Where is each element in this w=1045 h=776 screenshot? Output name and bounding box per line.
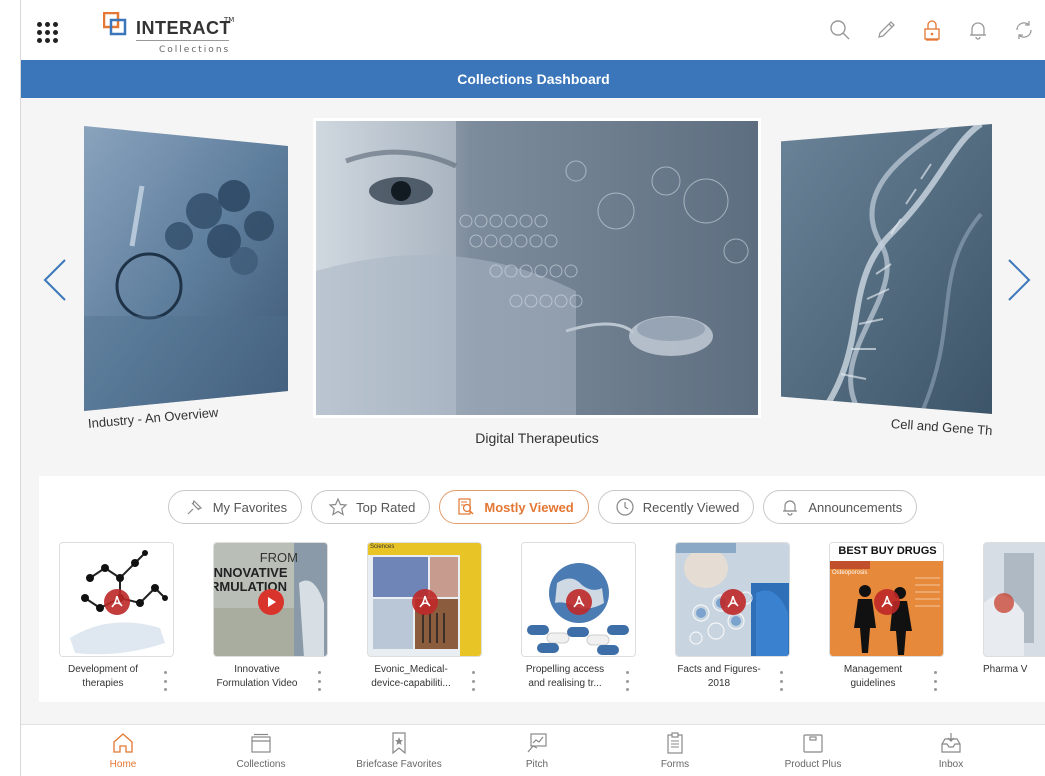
thumb-text: INNOVATIVE bbox=[213, 565, 288, 580]
home-icon bbox=[113, 733, 133, 753]
tab-label: Mostly Viewed bbox=[484, 499, 574, 515]
tile-label: Development of therapies bbox=[67, 664, 139, 689]
content-tile[interactable]: BEST BUY DRUGS Osteoporosis Management g… bbox=[809, 542, 949, 702]
pdf-icon bbox=[720, 589, 746, 615]
tile-thumbnail: BEST BUY DRUGS Osteoporosis bbox=[829, 542, 944, 657]
logo-divider bbox=[136, 40, 229, 41]
pitch-icon bbox=[527, 733, 547, 753]
logo-mark-icon bbox=[103, 12, 127, 36]
tab-label: My Favorites bbox=[212, 499, 288, 515]
lock-icon[interactable] bbox=[920, 18, 944, 42]
tile-label: Propelling access and realising tr... bbox=[525, 664, 605, 689]
tab-label: Top Rated bbox=[356, 499, 416, 515]
collections-icon bbox=[251, 733, 271, 753]
pdf-icon bbox=[566, 589, 592, 615]
tab-announcements[interactable]: Announcements bbox=[763, 490, 918, 524]
nav-collections[interactable]: Collections bbox=[201, 731, 321, 770]
header-actions bbox=[828, 18, 1045, 48]
play-icon bbox=[258, 589, 284, 615]
top-bar: INTERACT TM Collections bbox=[21, 0, 1045, 60]
app-grid-icon[interactable] bbox=[35, 20, 59, 44]
nav-forms[interactable]: Forms bbox=[615, 731, 735, 770]
content-tiles: Development of therapies FROM INNOVATIVE… bbox=[39, 542, 1045, 702]
nav-product-plus[interactable]: Product Plus bbox=[753, 731, 873, 770]
tile-thumbnail bbox=[675, 542, 790, 657]
pdf-icon bbox=[874, 589, 900, 615]
tile-label: Innovative Formulation Video bbox=[216, 664, 298, 689]
more-options-icon[interactable] bbox=[318, 671, 322, 691]
search-icon[interactable] bbox=[828, 18, 852, 42]
pdf-icon bbox=[104, 589, 130, 615]
content-tile[interactable]: Development of therapies bbox=[39, 542, 179, 702]
logo-text: INTERACT bbox=[136, 18, 231, 38]
thumb-text: BEST BUY DRUGS bbox=[838, 545, 937, 557]
content-tile[interactable]: FROM INNOVATIVE RMULATION Innovative For… bbox=[193, 542, 333, 702]
bell-icon[interactable] bbox=[966, 18, 990, 42]
logo-trademark: TM bbox=[224, 16, 235, 24]
box-icon bbox=[803, 734, 823, 753]
sync-icon[interactable] bbox=[1012, 18, 1036, 42]
tile-thumbnail bbox=[59, 542, 174, 657]
carousel-next-icon[interactable] bbox=[1003, 258, 1033, 302]
tile-thumbnail: FROM INNOVATIVE RMULATION bbox=[213, 542, 328, 657]
tab-my-favorites[interactable]: My Favorites bbox=[167, 490, 303, 524]
bookmark-star-icon bbox=[392, 732, 406, 755]
tile-label: Evonic_Medical- device-capabiliti... bbox=[371, 664, 451, 689]
tile-label: Facts and Figures- 2018 bbox=[677, 664, 761, 689]
document-search-icon bbox=[458, 498, 474, 515]
tab-label: Announcements bbox=[808, 499, 903, 515]
more-options-icon[interactable] bbox=[626, 671, 630, 691]
slide-right-image bbox=[781, 124, 992, 414]
tile-label: Pharma V bbox=[983, 664, 1028, 675]
thumb-text: Osteoporosis bbox=[832, 570, 868, 576]
tile-thumbnail: Sciences bbox=[367, 542, 482, 657]
bottom-navigation: Home Collections Briefcase Favorites Pit… bbox=[21, 724, 1045, 776]
logo-subtitle: Collections bbox=[159, 45, 231, 55]
tab-label: Recently Viewed bbox=[642, 499, 740, 515]
tile-thumbnail bbox=[983, 542, 1045, 657]
featured-carousel: Industry - An Overview Digital Therapeut… bbox=[21, 98, 1045, 468]
nav-home[interactable]: Home bbox=[63, 731, 183, 770]
tile-label: Management guidelines bbox=[843, 664, 903, 689]
page-title-bar: Collections Dashboard bbox=[21, 60, 1045, 98]
pdf-icon bbox=[412, 589, 438, 615]
thumb-text: Sciences bbox=[370, 544, 395, 550]
clipboard-icon bbox=[667, 732, 683, 754]
carousel-slide-right[interactable] bbox=[781, 124, 992, 414]
more-options-icon[interactable] bbox=[780, 671, 784, 691]
content-tile[interactable]: Sciences Evonic_Medical- device-capabili… bbox=[347, 542, 487, 702]
star-icon bbox=[328, 497, 348, 516]
more-options-icon[interactable] bbox=[472, 671, 476, 691]
content-tile[interactable]: Facts and Figures- 2018 bbox=[655, 542, 795, 702]
carousel-caption-right: Cell and Gene Th bbox=[890, 416, 993, 439]
nav-pitch[interactable]: Pitch bbox=[477, 731, 597, 770]
pencil-icon[interactable] bbox=[874, 18, 898, 42]
content-tabs: My Favorites Top Rated Mostly Viewed Rec… bbox=[39, 490, 1045, 524]
pin-icon bbox=[187, 499, 202, 515]
content-tile[interactable]: Pharma V bbox=[963, 542, 1045, 702]
inbox-icon bbox=[941, 733, 961, 753]
more-options-icon[interactable] bbox=[934, 671, 938, 691]
carousel-slide-center[interactable] bbox=[313, 118, 761, 418]
carousel-prev-icon[interactable] bbox=[41, 258, 71, 302]
nav-briefcase-favorites[interactable]: Briefcase Favorites bbox=[339, 731, 459, 770]
app-logo: INTERACT TM Collections bbox=[103, 8, 235, 58]
tab-mostly-viewed[interactable]: Mostly Viewed bbox=[439, 490, 589, 524]
bell-icon bbox=[783, 500, 798, 516]
tab-recently-viewed[interactable]: Recently Viewed bbox=[597, 490, 755, 524]
more-options-icon[interactable] bbox=[164, 671, 168, 691]
nav-inbox[interactable]: Inbox bbox=[891, 731, 1011, 770]
app-frame: INTERACT TM Collections Collections Dash… bbox=[20, 0, 1045, 776]
tab-top-rated[interactable]: Top Rated bbox=[311, 490, 431, 524]
slide-center-image bbox=[316, 121, 758, 415]
tile-thumbnail bbox=[521, 542, 636, 657]
carousel-slide-left[interactable] bbox=[84, 126, 288, 411]
page-title: Collections Dashboard bbox=[457, 71, 610, 87]
slide-left-image bbox=[84, 126, 288, 411]
carousel-caption-center: Digital Therapeutics bbox=[475, 430, 599, 446]
content-panel: My Favorites Top Rated Mostly Viewed Rec… bbox=[39, 476, 1045, 702]
clock-icon bbox=[616, 498, 634, 516]
thumb-text: FROM bbox=[259, 550, 298, 565]
content-tile[interactable]: Propelling access and realising tr... bbox=[501, 542, 641, 702]
